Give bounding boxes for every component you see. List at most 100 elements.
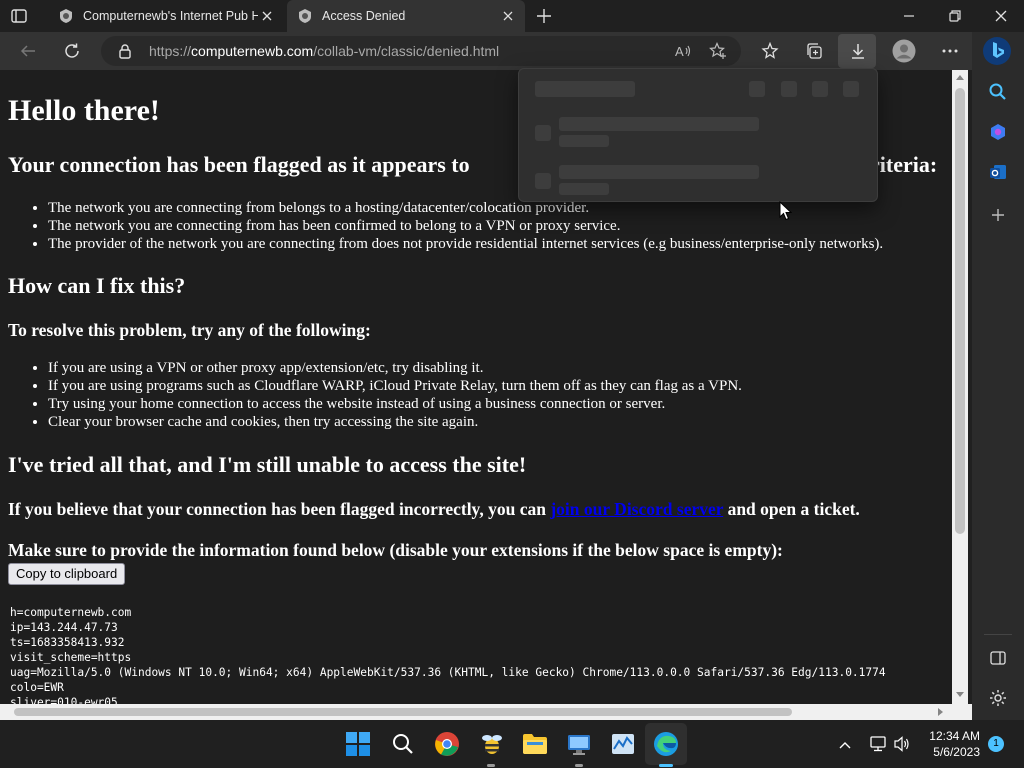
search-icon[interactable]	[988, 82, 1008, 102]
volume-speaker-icon[interactable]	[893, 735, 911, 753]
vm-favicon-icon	[58, 8, 74, 24]
tab-bar: Computernewb's Internet Pub Hub Access D…	[0, 0, 1024, 32]
list-item: If you are using a VPN or other proxy ap…	[48, 359, 742, 377]
bing-chat-icon[interactable]	[982, 36, 1012, 66]
copy-to-clipboard-button[interactable]: Copy to clipboard	[8, 563, 126, 585]
discord-server-link[interactable]: join our Discord server	[550, 499, 723, 519]
trace-line: ip=143.244.47.73	[10, 621, 118, 634]
hide-sidebar-icon[interactable]	[988, 648, 1008, 668]
edge-browser-icon[interactable]	[653, 731, 679, 757]
url-text: https://computernewb.com/collab-vm/class…	[149, 43, 500, 59]
refresh-icon[interactable]	[63, 42, 81, 60]
trace-info[interactable]: h=computernewb.com ip=143.244.47.73 ts=1…	[10, 605, 886, 706]
tab-actions-icon[interactable]	[10, 7, 28, 25]
tab-access-denied[interactable]: Access Denied	[287, 0, 525, 32]
close-tab-icon[interactable]	[258, 7, 276, 25]
new-tab-plus-icon[interactable]	[535, 7, 553, 25]
chrome-icon[interactable]	[434, 731, 460, 757]
resolve-heading: To resolve this problem, try any of the …	[8, 320, 371, 340]
outlook-icon[interactable]	[988, 162, 1008, 182]
list-item: Try using your home connection to access…	[48, 395, 742, 413]
bee-app-icon[interactable]	[479, 731, 505, 757]
network-icon[interactable]	[868, 735, 888, 753]
flagged-incorrectly-text: If you believe that your connection has …	[8, 499, 860, 519]
tab-internet-pub-hub[interactable]: Computernewb's Internet Pub Hub	[48, 0, 284, 32]
scroll-right-arrow-icon[interactable]	[938, 708, 944, 716]
trace-line: uag=Mozilla/5.0 (Windows NT 10.0; Win64;…	[10, 666, 886, 679]
edge-sidebar	[972, 32, 1024, 720]
skeleton-action	[781, 81, 797, 97]
add-sidebar-plus-icon[interactable]	[988, 205, 1008, 225]
trace-line: colo=EWR	[10, 681, 64, 694]
browser-toolbar: https://computernewb.com/collab-vm/class…	[0, 32, 972, 70]
skeleton-line	[559, 135, 609, 147]
search-icon[interactable]	[390, 731, 416, 757]
tab-title: Access Denied	[322, 9, 406, 23]
mouse-cursor-icon	[779, 201, 792, 221]
running-indicator	[487, 764, 495, 767]
skeleton-file-icon	[535, 173, 551, 189]
skeleton-title	[535, 81, 635, 97]
copilot-icon[interactable]	[988, 122, 1008, 142]
skeleton-line	[559, 117, 759, 131]
scrollbar-corner	[952, 704, 972, 720]
sidebar-divider	[984, 634, 1012, 635]
remote-desktop-icon[interactable]	[566, 731, 592, 757]
scroll-down-arrow-icon[interactable]	[956, 692, 964, 698]
reasons-list: The network you are connecting from belo…	[48, 199, 883, 253]
vertical-scroll-thumb[interactable]	[955, 88, 965, 534]
skeleton-line	[559, 183, 609, 195]
show-hidden-icons-chevron-icon[interactable]	[838, 737, 852, 751]
address-bar[interactable]: https://computernewb.com/collab-vm/class…	[101, 36, 741, 66]
notification-badge[interactable]: 1	[988, 736, 1004, 752]
vertical-scrollbar[interactable]	[952, 70, 968, 706]
active-indicator	[659, 764, 673, 767]
read-aloud-icon[interactable]: A	[674, 42, 692, 60]
page-title: Hello there!	[8, 94, 160, 127]
tab-title: Computernewb's Internet Pub Hub	[83, 9, 258, 23]
close-tab-icon[interactable]	[499, 7, 517, 25]
task-manager-icon[interactable]	[610, 731, 636, 757]
clock-time: 12:34 AM	[929, 729, 980, 743]
favorites-icon[interactable]	[761, 41, 779, 60]
fix-heading: How can I fix this?	[8, 273, 186, 298]
start-windows-icon[interactable]	[345, 731, 371, 757]
file-explorer-folder-icon[interactable]	[522, 731, 548, 757]
skeleton-action	[843, 81, 859, 97]
scroll-up-arrow-icon[interactable]	[956, 74, 964, 80]
trace-line: ts=1683358413.932	[10, 636, 125, 649]
still-unable-heading: I've tried all that, and I'm still unabl…	[8, 452, 527, 477]
skeleton-line	[559, 165, 759, 179]
horizontal-scrollbar[interactable]	[0, 704, 952, 720]
trace-line: h=computernewb.com	[10, 606, 132, 619]
clock-date-text: 5/6/2023	[933, 745, 980, 759]
fixes-list: If you are using a VPN or other proxy ap…	[48, 359, 742, 431]
add-favorite-star-icon[interactable]	[709, 42, 727, 60]
sidebar-settings-gear-icon[interactable]	[988, 688, 1008, 708]
restore-icon[interactable]	[947, 8, 963, 24]
windows-taskbar: 12:34 AM 5/6/2023 1	[0, 720, 1024, 768]
svg-text:A: A	[675, 44, 684, 59]
collections-icon[interactable]	[805, 42, 823, 60]
back-arrow-icon[interactable]	[19, 42, 37, 60]
horizontal-scroll-thumb[interactable]	[14, 708, 792, 716]
clock-date[interactable]: 12:34 AM 5/6/2023	[916, 728, 980, 760]
minimize-icon[interactable]	[901, 8, 917, 24]
profile-avatar[interactable]	[892, 39, 916, 63]
running-indicator	[575, 764, 583, 767]
skeleton-action	[749, 81, 765, 97]
lock-icon[interactable]	[118, 43, 132, 59]
close-window-icon[interactable]	[993, 8, 1009, 24]
provide-info-heading: Make sure to provide the information fou…	[8, 540, 783, 560]
list-item: The network you are connecting from has …	[48, 217, 883, 235]
downloads-flyout[interactable]	[518, 68, 878, 202]
settings-more-icon[interactable]	[941, 42, 959, 60]
skeleton-action	[812, 81, 828, 97]
list-item: Clear your browser cache and cookies, th…	[48, 413, 742, 431]
trace-line: visit_scheme=https	[10, 651, 132, 664]
vm-favicon-icon	[297, 8, 313, 24]
skeleton-file-icon	[535, 125, 551, 141]
flagged-heading: Your connection has been flagged as it a…	[8, 152, 938, 177]
download-arrow-icon[interactable]	[849, 42, 867, 60]
list-item: If you are using programs such as Cloudf…	[48, 377, 742, 395]
